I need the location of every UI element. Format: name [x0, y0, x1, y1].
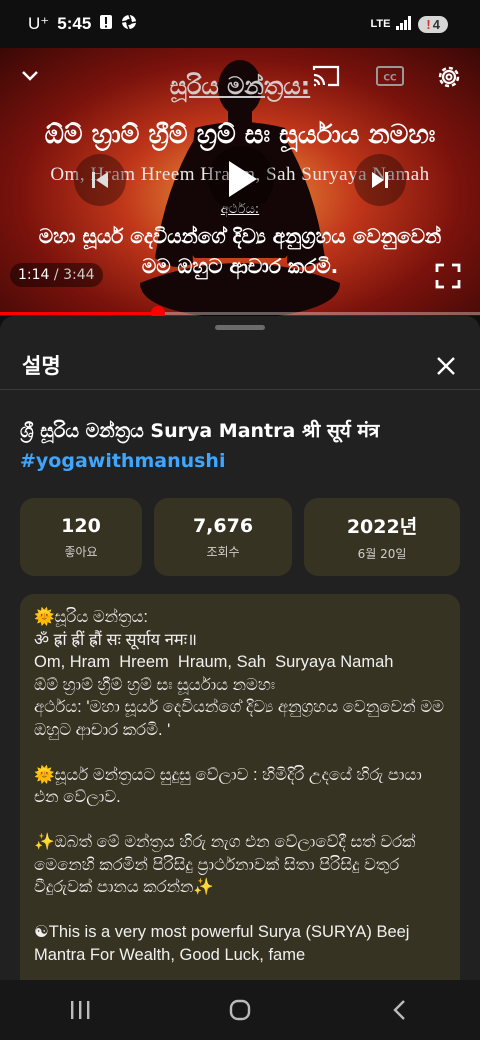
upload-day: 6월 20일 [357, 547, 407, 561]
hashtag-link[interactable]: #yogawithmanushi [20, 450, 225, 472]
home-icon [229, 999, 251, 1021]
alert-notification-icon [99, 14, 113, 35]
fullscreen-icon [435, 263, 461, 289]
back-button[interactable] [370, 990, 430, 1030]
battery-indicator: ! 4 [418, 15, 448, 33]
fullscreen-button[interactable] [430, 258, 466, 294]
stats-row: 120 좋아요 7,676 조회수 2022년 6월 20일 [20, 498, 460, 576]
description-panel: 설명 ශ්‍රී සූරිය මන්ත්‍රය Surya Mantra श्र… [0, 316, 480, 980]
settings-icon [438, 66, 460, 88]
recent-apps-icon [71, 1001, 90, 1019]
chevron-down-icon [22, 71, 38, 81]
system-nav-bar [0, 980, 480, 1040]
aperture-notification-icon [121, 14, 137, 35]
play-button[interactable] [208, 146, 274, 212]
video-title: ශ්‍රී සූරිය මන්ත්‍රය Surya Mantra श्री स… [20, 416, 460, 476]
back-icon [393, 1000, 405, 1020]
likes-count: 120 [61, 514, 101, 537]
duration: 3:44 [63, 267, 95, 283]
clock: 5:45 [57, 14, 92, 33]
description-text: 🌞සූරිය මන්ත්‍රය: ॐ ह्रां ह्रीं ह्रौं सः … [34, 608, 445, 964]
previous-icon [92, 172, 108, 188]
description-box[interactable]: 🌞සූරිය මන්ත්‍රය: ॐ ह्रां ह्रीं ह्रौं सः … [20, 594, 460, 980]
captions-button[interactable]: CC [372, 60, 408, 92]
close-button[interactable] [430, 350, 462, 382]
header-divider [0, 389, 480, 390]
description-header: 설명 [0, 340, 480, 390]
carrier-label: U⁺ [28, 14, 50, 33]
likes-stat: 120 좋아요 [20, 498, 142, 576]
next-icon [372, 172, 388, 188]
status-bar: U⁺ 5:45 LTE ! 4 [0, 0, 480, 48]
overlay-title: සූරිය මන්ත්‍රය: [169, 72, 311, 100]
minimize-button[interactable] [14, 60, 46, 92]
upload-date-stat: 2022년 6월 20일 [304, 498, 460, 576]
video-title-text: ශ්‍රී සූරිය මන්ත්‍රය Surya Mantra श्री स… [20, 420, 380, 442]
views-count: 7,676 [192, 514, 254, 537]
progress-fill [0, 312, 159, 315]
cast-button[interactable] [306, 60, 346, 92]
signal-icon [396, 15, 412, 33]
drag-handle[interactable] [215, 325, 265, 330]
upload-year: 2022년 [346, 516, 418, 538]
overlay-meaning-line1: මහා සූර්ය දෙවියන්ගේ දිව්‍ය අනුග්‍රහය වෙන… [38, 224, 442, 248]
network-type-label: LTE [370, 18, 391, 30]
settings-button[interactable] [432, 60, 466, 94]
progress-bar[interactable] [0, 306, 480, 316]
close-icon [437, 357, 455, 375]
views-label: 조회수 [206, 544, 240, 559]
recent-apps-button[interactable] [50, 990, 110, 1030]
progress-scrubber[interactable] [151, 306, 166, 316]
battery-level: 4 [432, 16, 440, 32]
time-display: 1:14 / 3:44 [10, 263, 103, 287]
battery-alert-icon: ! [426, 16, 431, 32]
video-player[interactable]: සූරිය මන්ත්‍රය: ඕම් හ්‍රාම් හ්‍රීම් හ්‍ර… [0, 48, 480, 316]
play-icon [229, 161, 257, 197]
views-stat: 7,676 조회수 [154, 498, 292, 576]
svg-text:CC: CC [383, 74, 397, 84]
next-button[interactable] [354, 154, 406, 206]
current-time: 1:14 [18, 267, 50, 283]
home-button[interactable] [210, 990, 270, 1030]
likes-label: 좋아요 [64, 544, 98, 559]
previous-button[interactable] [74, 154, 126, 206]
panel-title: 설명 [22, 354, 61, 378]
captions-icon: CC [376, 66, 404, 86]
cast-icon [312, 65, 340, 87]
time-separator: / [49, 267, 64, 283]
